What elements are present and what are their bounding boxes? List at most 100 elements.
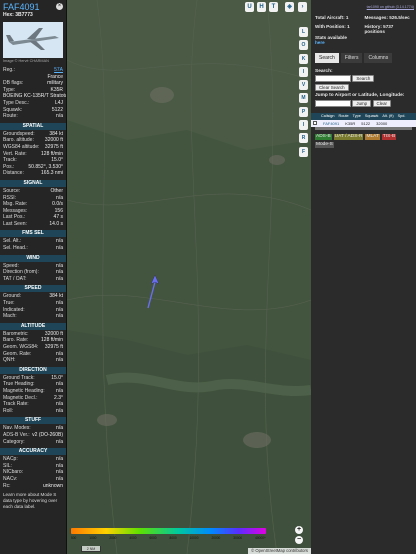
map-canvas[interactable] bbox=[67, 0, 311, 554]
toolbar-button-k[interactable]: K bbox=[299, 53, 308, 64]
map-button-t[interactable]: T bbox=[269, 2, 278, 12]
info-row: Source: Other bbox=[0, 188, 66, 195]
zoom-out-button[interactable]: − bbox=[295, 536, 303, 544]
tab-search[interactable]: Search bbox=[315, 52, 339, 63]
messages-rate: Messages: 526.5/sec bbox=[364, 15, 410, 20]
info-row: NACv: n/a bbox=[0, 476, 66, 483]
altitude-label: 4000 bbox=[129, 536, 137, 540]
source-filter[interactable]: TIS-B bbox=[381, 133, 397, 140]
column-header[interactable]: Spd. bbox=[398, 113, 406, 120]
info-row: Geom. Rate: n/a bbox=[0, 351, 66, 358]
map-button-h[interactable]: H bbox=[257, 2, 266, 12]
info-value: 32975 ft bbox=[44, 143, 63, 150]
zoom-in-button[interactable]: + bbox=[295, 526, 303, 534]
jump-button[interactable]: Jump bbox=[352, 99, 372, 107]
column-header[interactable]: Type bbox=[353, 113, 361, 120]
map-button-u[interactable]: U bbox=[245, 2, 254, 12]
altitude-label: 500 bbox=[71, 536, 77, 540]
info-label: Distance: bbox=[3, 170, 24, 177]
aircraft-info-panel: FAF4091 Hex: 3B7773 × Image © Hervé CHAR… bbox=[0, 0, 67, 554]
info-label: Rc: bbox=[3, 482, 11, 489]
info-value: 47 s bbox=[53, 214, 63, 221]
collapse-sidebar-icon[interactable]: › bbox=[298, 2, 307, 12]
info-label: Vert. Rate: bbox=[3, 150, 27, 157]
source-filter[interactable]: MLAT bbox=[365, 133, 380, 140]
toolbar-button-l[interactable]: L bbox=[299, 27, 308, 37]
toolbar-button-i[interactable]: I bbox=[299, 120, 308, 131]
info-value: 0.0/s bbox=[52, 201, 63, 208]
info-value: 384 kt bbox=[49, 293, 63, 300]
column-header[interactable]: Callsign bbox=[321, 113, 335, 120]
field-label: Route: bbox=[3, 113, 18, 120]
close-icon[interactable]: × bbox=[56, 3, 63, 10]
info-row: NACp: n/a bbox=[0, 456, 66, 463]
map-view[interactable]: U H T ◈ › + − 500 1000 2000 4000 6000 8000 100… bbox=[67, 0, 311, 554]
field-value: military bbox=[47, 80, 63, 87]
clear-jump-button[interactable]: Clear bbox=[372, 99, 392, 107]
altitude-label: 20000 bbox=[211, 536, 221, 540]
toolbar-button-v[interactable]: V bbox=[299, 80, 308, 91]
aircraft-sections: SPATIAL Groundspeed: 384 kt Baro. altitude:… bbox=[0, 122, 66, 489]
info-label: Ground: bbox=[3, 293, 22, 300]
info-label: Msg. Rate: bbox=[3, 201, 28, 208]
clear-search-button[interactable]: Clear Search bbox=[315, 84, 349, 92]
section-header: SPATIAL bbox=[0, 122, 66, 130]
source-filters: ADS-B UAT / ADS-R MLAT TIS-B Mode-S bbox=[311, 130, 416, 152]
search-input[interactable] bbox=[315, 75, 351, 83]
aircraft-photo[interactable] bbox=[3, 22, 63, 58]
info-row: True Heading: n/a bbox=[0, 381, 66, 388]
aircraft-hex: Hex: 3B7773 bbox=[3, 12, 33, 18]
stats-link[interactable]: here bbox=[315, 40, 325, 45]
column-header[interactable]: Alt. (ft) bbox=[382, 113, 393, 120]
info-row: Mach: n/a bbox=[0, 313, 66, 320]
source-filter[interactable]: UAT / ADS-R bbox=[333, 133, 364, 140]
info-value: n/a bbox=[56, 238, 63, 245]
info-row: Ground Track: 15.0° bbox=[0, 375, 66, 382]
jump-input[interactable] bbox=[315, 99, 351, 107]
info-label: Indicated: bbox=[3, 306, 25, 313]
info-row: QNH: n/a bbox=[0, 357, 66, 364]
info-label: SIL: bbox=[3, 462, 12, 469]
toolbar-button-m[interactable]: M bbox=[299, 93, 308, 104]
info-value: n/a bbox=[56, 469, 63, 476]
version-link[interactable]: tar1090 on github (3.14.1774) bbox=[311, 0, 416, 9]
info-row: Barometric: 32000 ft bbox=[0, 331, 66, 338]
column-header[interactable]: Squawk bbox=[365, 113, 379, 120]
aircraft-list-panel: tar1090 on github (3.14.1774) Total Airc… bbox=[311, 0, 416, 554]
info-row: WGS84 altitude: 32975 ft bbox=[0, 144, 66, 151]
tab-filters[interactable]: Filters bbox=[340, 52, 363, 63]
info-row: Sel. Alt.: n/a bbox=[0, 238, 66, 245]
info-value: 14.0 s bbox=[49, 220, 63, 227]
map-toolbar: LOKIVMPIRF bbox=[299, 27, 310, 160]
source-filter[interactable]: ADS-B bbox=[315, 133, 332, 140]
info-row: Nav. Modes: n/a bbox=[0, 425, 66, 432]
info-row: Last Pos.: 47 s bbox=[0, 214, 66, 221]
search-button[interactable]: Search bbox=[352, 75, 375, 83]
info-label: RSSI: bbox=[3, 194, 17, 201]
map-attribution[interactable]: © OpenStreetMap contributors bbox=[248, 548, 311, 554]
toolbar-button-p[interactable]: P bbox=[299, 106, 308, 117]
toolbar-button-f[interactable]: F bbox=[299, 146, 308, 157]
layers-icon[interactable]: ◈ bbox=[285, 2, 294, 12]
info-label: Track Rate: bbox=[3, 401, 29, 408]
aircraft-field-row: Squawk: 5122 bbox=[0, 107, 66, 114]
toolbar-button-r[interactable]: R bbox=[299, 133, 308, 144]
field-value[interactable]: 57A bbox=[54, 67, 63, 74]
source-filter[interactable]: Mode-S bbox=[315, 141, 334, 148]
info-row: Category: n/a bbox=[0, 439, 66, 446]
info-value: 384 kt bbox=[49, 130, 63, 137]
table-row[interactable]: FAF4091 K35R 5122 32000 bbox=[311, 119, 416, 127]
section-header: ALTITUDE bbox=[0, 322, 66, 330]
info-value: 128 ft/min bbox=[41, 150, 63, 157]
row-checkbox[interactable] bbox=[313, 121, 317, 126]
info-row: RSSI: n/a bbox=[0, 195, 66, 202]
altitude-label: 30000 bbox=[233, 536, 243, 540]
altitude-label: 10000 bbox=[189, 536, 199, 540]
info-label: Groundspeed: bbox=[3, 130, 35, 137]
tab-columns[interactable]: Columns bbox=[364, 52, 393, 63]
info-value: n/a bbox=[56, 438, 63, 445]
toolbar-button-o[interactable]: O bbox=[299, 40, 308, 51]
column-header[interactable]: Route bbox=[339, 113, 349, 120]
toolbar-button-i[interactable]: I bbox=[299, 66, 308, 77]
aircraft-field-row: Type Desc.: L4J bbox=[0, 100, 66, 107]
